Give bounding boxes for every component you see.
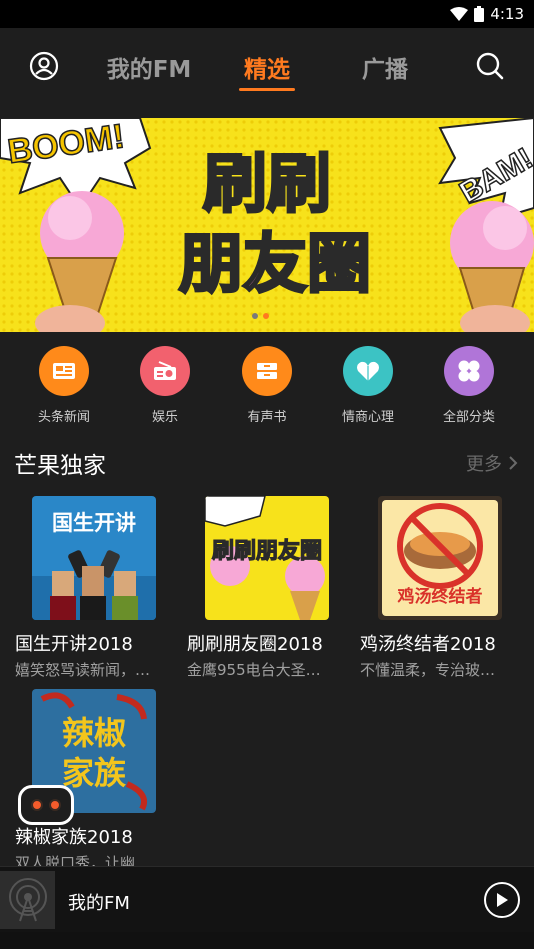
status-icons: 4:13 xyxy=(450,4,524,24)
chevron-right-icon xyxy=(509,456,518,470)
album-subtitle: 金鹰955电台大圣… xyxy=(187,661,321,679)
category-label: 有声书 xyxy=(247,410,287,425)
album-card[interactable]: 刷刷朋友圈 刷刷朋友圈2018 金鹰955电台大圣… xyxy=(187,496,357,680)
play-icon xyxy=(497,893,508,907)
category-label: 情商心理 xyxy=(341,410,394,425)
banner-carousel[interactable]: BOOM! BAM! 刷刷 朋友圈 xyxy=(0,118,534,332)
assistant-eye-icon xyxy=(49,799,61,811)
banner-title-line2: 朋友圈 xyxy=(179,228,371,302)
heart-icon xyxy=(343,346,393,396)
album-card[interactable]: 国生开讲 国生开讲2018 嬉笑怒骂读新闻，… xyxy=(15,496,185,680)
banner-pagination xyxy=(252,313,269,319)
album-cover-text-1: 辣椒 xyxy=(62,714,126,752)
category-label: 娱乐 xyxy=(151,410,178,425)
more-label: 更多 xyxy=(466,454,502,475)
pagination-dot xyxy=(252,313,258,319)
banner-image: BOOM! BAM! 刷刷 朋友圈 xyxy=(0,118,534,332)
category-entertainment[interactable]: 娱乐 xyxy=(120,346,210,425)
album-title: 鸡汤终结者2018 xyxy=(360,634,496,655)
assistant-eye-icon xyxy=(31,799,43,811)
section-header: 芒果独家 更多 xyxy=(0,440,534,484)
pagination-dot-active xyxy=(263,313,269,319)
audiobook-icon xyxy=(242,346,292,396)
status-bar: 4:13 xyxy=(0,0,534,28)
category-eq-psychology[interactable]: 情商心理 xyxy=(323,346,413,425)
mini-player[interactable]: 我的FM xyxy=(0,866,534,932)
album-subtitle: 不懂温柔，专治玻… xyxy=(360,661,496,679)
player-thumbnail xyxy=(0,871,55,929)
tab-broadcast[interactable]: 广播 xyxy=(357,50,413,84)
bottom-strip xyxy=(0,932,534,949)
album-subtitle: 嬉笑怒骂读新闻，… xyxy=(15,661,151,679)
banner-title-line1: 刷刷 xyxy=(203,148,331,222)
album-title: 辣椒家族2018 xyxy=(15,827,133,848)
floating-assistant-button[interactable] xyxy=(18,785,74,825)
album-cover-text: 刷刷朋友圈 xyxy=(212,539,322,564)
album-cover-text: 鸡汤终结者 xyxy=(397,586,483,607)
status-time: 4:13 xyxy=(490,5,524,23)
player-title: 我的FM xyxy=(68,893,130,914)
search-icon[interactable] xyxy=(472,48,508,84)
album-cover: 鸡汤终结者 xyxy=(378,496,502,620)
radio-icon xyxy=(140,346,190,396)
album-cover-text-2: 家族 xyxy=(62,754,127,792)
tab-my-fm[interactable]: 我的FM xyxy=(106,50,192,84)
news-icon xyxy=(39,346,89,396)
profile-icon[interactable] xyxy=(26,48,62,84)
category-audiobook[interactable]: 有声书 xyxy=(222,346,312,425)
section-title: 芒果独家 xyxy=(14,453,106,479)
tab-featured[interactable]: 精选 xyxy=(239,50,295,84)
broadcast-tower-icon xyxy=(8,878,47,922)
wifi-icon xyxy=(450,7,469,21)
album-cover: 刷刷朋友圈 xyxy=(205,496,329,620)
album-cover: 国生开讲 xyxy=(32,496,156,620)
clover-icon xyxy=(444,346,494,396)
category-row: 头条新闻 娱乐 有声书 情商心理 全部分类 xyxy=(0,332,534,432)
more-link[interactable]: 更多 xyxy=(466,450,518,476)
category-news[interactable]: 头条新闻 xyxy=(19,346,109,425)
album-card[interactable]: 辣椒 家族 辣椒家族2018 双人脱口秀，让幽… xyxy=(15,689,185,873)
category-label: 头条新闻 xyxy=(37,410,90,425)
top-nav: 我的FM 精选 广播 xyxy=(0,28,534,116)
album-title: 刷刷朋友圈2018 xyxy=(187,634,323,655)
category-label: 全部分类 xyxy=(442,410,495,425)
album-cover-text: 国生开讲 xyxy=(52,511,136,535)
play-button[interactable] xyxy=(484,882,520,918)
album-card[interactable]: 鸡汤终结者 鸡汤终结者2018 不懂温柔，专治玻… xyxy=(360,496,530,680)
category-all[interactable]: 全部分类 xyxy=(424,346,514,425)
active-tab-indicator xyxy=(239,88,295,91)
album-title: 国生开讲2018 xyxy=(15,634,133,655)
battery-icon xyxy=(474,6,485,22)
